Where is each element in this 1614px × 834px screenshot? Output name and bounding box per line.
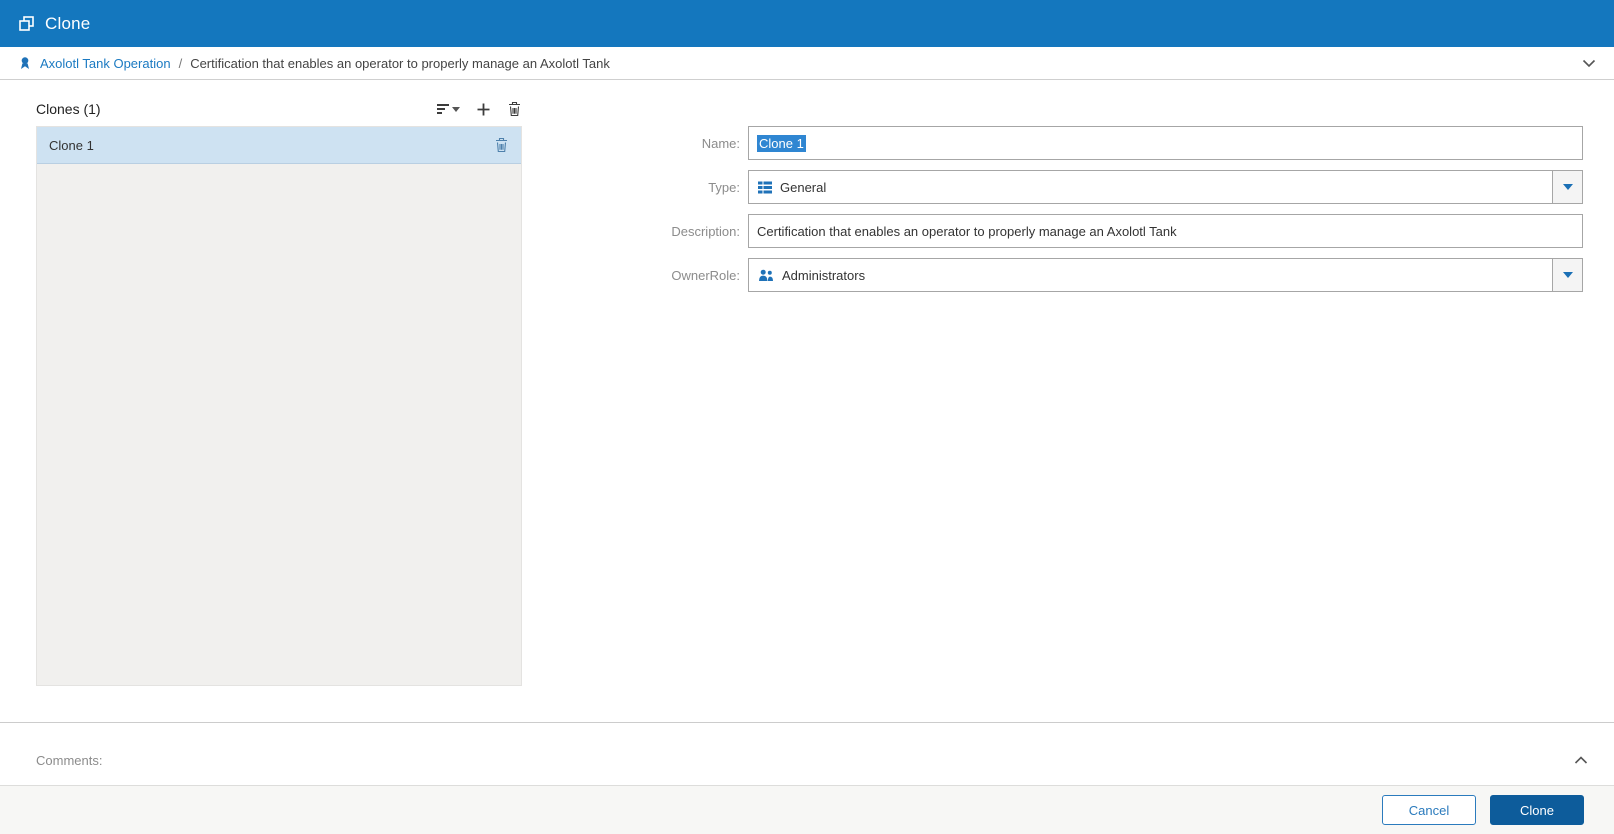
breadcrumb: Axolotl Tank Operation / Certification t… bbox=[0, 47, 1614, 80]
clone-form: Name: Clone 1 Type: General Description:… bbox=[640, 126, 1583, 302]
add-clone-icon[interactable] bbox=[476, 102, 491, 117]
clone-button[interactable]: Clone bbox=[1490, 795, 1584, 825]
name-input[interactable]: Clone 1 bbox=[748, 126, 1583, 160]
chevron-up-icon[interactable] bbox=[1574, 756, 1588, 765]
type-dropdown-button[interactable] bbox=[1552, 171, 1582, 203]
clones-panel-header: Clones (1) bbox=[36, 95, 522, 123]
cancel-button[interactable]: Cancel bbox=[1382, 795, 1476, 825]
description-label: Description: bbox=[671, 223, 740, 239]
delete-clone-item-icon[interactable] bbox=[494, 137, 509, 153]
breadcrumb-current: Certification that enables an operator t… bbox=[190, 55, 610, 71]
clone-dialog: Clone Axolotl Tank Operation / Certifica… bbox=[0, 0, 1614, 834]
name-row: Name: Clone 1 bbox=[640, 126, 1583, 160]
titlebar: Clone bbox=[0, 0, 1614, 47]
chevron-down-icon[interactable] bbox=[1582, 59, 1596, 68]
owner-role-label: OwnerRole: bbox=[671, 267, 740, 283]
clone-list-item[interactable]: Clone 1 bbox=[37, 127, 521, 164]
owner-role-dropdown-button[interactable] bbox=[1552, 259, 1582, 291]
type-dropdown[interactable]: General bbox=[748, 170, 1583, 204]
owner-role-value-wrap: Administrators bbox=[749, 268, 1552, 283]
page-title: Clone bbox=[45, 13, 91, 33]
sort-icon[interactable] bbox=[437, 104, 460, 114]
type-label: Type: bbox=[708, 179, 740, 195]
clones-toolbar bbox=[437, 101, 522, 117]
breadcrumb-link-certification[interactable]: Axolotl Tank Operation bbox=[40, 56, 171, 71]
comments-label: Comments: bbox=[36, 753, 103, 768]
owner-role-dropdown[interactable]: Administrators bbox=[748, 258, 1583, 292]
caret-down-icon bbox=[1562, 272, 1573, 278]
certification-icon bbox=[18, 56, 32, 70]
clone-icon bbox=[18, 15, 35, 32]
clone-list: Clone 1 bbox=[36, 126, 522, 686]
description-value: Certification that enables an operator t… bbox=[757, 223, 1177, 239]
clones-panel: Clones (1) Clone 1 bbox=[36, 95, 522, 686]
name-value-selected-text: Clone 1 bbox=[757, 134, 806, 152]
type-row: Type: General bbox=[640, 170, 1583, 204]
people-icon bbox=[758, 269, 774, 282]
delete-clones-icon[interactable] bbox=[507, 101, 522, 117]
comments-section: Comments: bbox=[0, 722, 1614, 785]
dialog-footer: Cancel Clone bbox=[0, 785, 1614, 834]
name-label: Name: bbox=[701, 135, 740, 151]
description-row: Description: Certification that enables … bbox=[640, 214, 1583, 248]
breadcrumb-separator: / bbox=[178, 55, 183, 71]
sort-lines-icon bbox=[437, 104, 449, 114]
table-grid-icon bbox=[758, 181, 772, 194]
caret-down-icon bbox=[1562, 184, 1573, 190]
owner-role-value: Administrators bbox=[782, 267, 866, 283]
clone-item-label: Clone 1 bbox=[49, 137, 94, 153]
type-value-wrap: General bbox=[749, 180, 1552, 195]
clones-count-label: Clones (1) bbox=[36, 101, 101, 117]
type-value: General bbox=[780, 179, 827, 195]
sort-caret-icon bbox=[452, 106, 460, 112]
description-input[interactable]: Certification that enables an operator t… bbox=[748, 214, 1583, 248]
owner-role-row: OwnerRole: Administrators bbox=[640, 258, 1583, 292]
